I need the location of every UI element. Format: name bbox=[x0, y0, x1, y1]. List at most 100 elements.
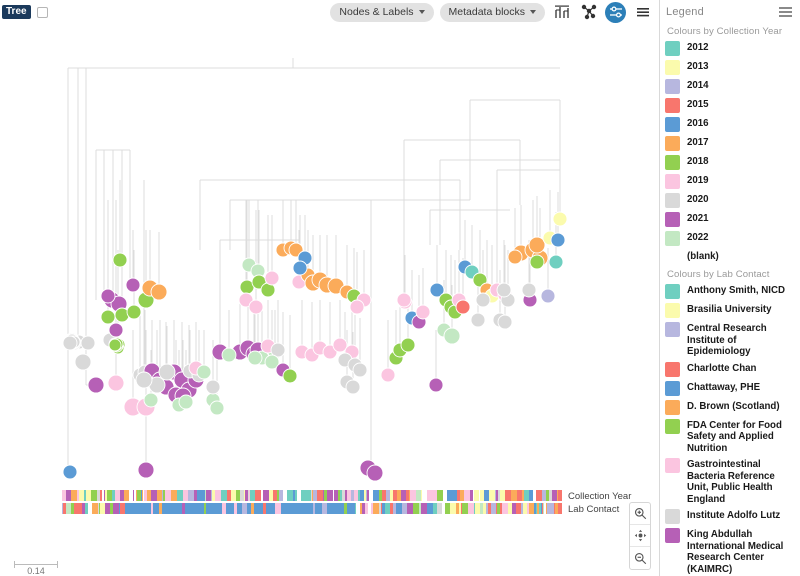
tree-leaf-node[interactable] bbox=[470, 312, 486, 328]
tree-leaf-node[interactable] bbox=[521, 282, 537, 298]
tab-tree[interactable]: Tree bbox=[2, 5, 31, 19]
legend-item[interactable]: 2016 bbox=[665, 117, 795, 132]
tree-leaf-node[interactable] bbox=[108, 322, 124, 338]
metadata-blocks-button[interactable]: Metadata blocks bbox=[439, 2, 545, 22]
tree-leaf-node[interactable] bbox=[150, 283, 168, 301]
legend-item[interactable]: Chattaway, PHE bbox=[665, 380, 795, 396]
legend-item[interactable]: 2014 bbox=[665, 79, 795, 94]
tree-leaf-node[interactable] bbox=[137, 461, 155, 479]
legend-item[interactable]: FDA Center for Food Safety and Applied N… bbox=[665, 418, 795, 455]
tree-leaf-node[interactable] bbox=[125, 277, 141, 293]
tree-leaf-node[interactable] bbox=[507, 249, 523, 265]
tree-leaf-node[interactable] bbox=[415, 304, 431, 320]
legend-item[interactable]: Gastrointestinal Bacteria Reference Unit… bbox=[665, 458, 795, 505]
legend-group-title: Colours by Lab Contact bbox=[667, 269, 770, 280]
tree-leaf-node[interactable] bbox=[292, 260, 308, 276]
tree-leaf-node[interactable] bbox=[196, 364, 212, 380]
tree-leaf-node[interactable] bbox=[143, 392, 159, 408]
legend-item[interactable]: (blank) bbox=[665, 250, 795, 265]
tree-leaf-node[interactable] bbox=[205, 379, 221, 395]
tree-leaf-node[interactable] bbox=[100, 309, 116, 325]
tree-leaf-node[interactable] bbox=[158, 363, 176, 381]
legend-item[interactable]: Anthony Smith, NICD bbox=[665, 284, 795, 299]
scale-bar-line bbox=[14, 561, 58, 568]
legend-swatch bbox=[665, 250, 680, 265]
tree-leaf-node[interactable] bbox=[352, 362, 368, 378]
tree-settings-button[interactable] bbox=[605, 1, 626, 23]
legend-item[interactable]: Institute Adolfo Lutz bbox=[665, 509, 795, 524]
legend-item[interactable]: 2018 bbox=[665, 155, 795, 170]
tree-leaf-node[interactable] bbox=[366, 464, 384, 482]
panel-toggle-icon[interactable] bbox=[36, 6, 48, 18]
metadata-blocks[interactable] bbox=[62, 490, 562, 516]
legend-item[interactable]: King Abdullah International Medical Rese… bbox=[665, 528, 795, 575]
tree-leaf-node[interactable] bbox=[282, 368, 298, 384]
tree-leaf-node[interactable] bbox=[62, 464, 78, 480]
zoom-in-button[interactable] bbox=[630, 503, 650, 525]
legend-item[interactable]: 2022 bbox=[665, 231, 795, 246]
tree-leaf-node[interactable] bbox=[540, 288, 556, 304]
legend-item[interactable]: 2013 bbox=[665, 60, 795, 75]
tree-leaf-node[interactable] bbox=[100, 288, 116, 304]
tree-leaf-node[interactable] bbox=[108, 338, 122, 352]
legend-item[interactable]: 2019 bbox=[665, 174, 795, 189]
legend-item[interactable]: Charlotte Chan bbox=[665, 361, 795, 377]
tree-leaf-node[interactable] bbox=[74, 353, 92, 371]
legend-item[interactable]: D. Brown (Scotland) bbox=[665, 399, 795, 415]
tree-leaf-node[interactable] bbox=[87, 376, 105, 394]
tree-leaf-node[interactable] bbox=[455, 299, 471, 315]
tree-leaf-node[interactable] bbox=[247, 350, 263, 366]
legend-item[interactable]: 2017 bbox=[665, 136, 795, 151]
metadata-cell bbox=[427, 490, 433, 501]
legend-item[interactable]: 2020 bbox=[665, 193, 795, 208]
nodes-labels-button[interactable]: Nodes & Labels bbox=[330, 2, 434, 22]
tree-leaf-node[interactable] bbox=[528, 236, 546, 254]
zoom-controls[interactable] bbox=[629, 502, 651, 570]
tree-leaf-node[interactable] bbox=[80, 335, 96, 351]
tree-leaf-node[interactable] bbox=[349, 299, 365, 315]
tree-leaf-node[interactable] bbox=[345, 379, 361, 395]
network-layout-button[interactable] bbox=[578, 2, 599, 23]
metadata-row-lab-contact[interactable] bbox=[62, 503, 562, 514]
legend-item[interactable]: 2021 bbox=[665, 212, 795, 227]
legend-item[interactable]: Brasilia University bbox=[665, 303, 795, 318]
legend-swatch bbox=[665, 458, 680, 473]
legend-item[interactable]: Central Research Institute of Epidemiolo… bbox=[665, 322, 795, 358]
legend-item[interactable]: 2015 bbox=[665, 98, 795, 113]
legend-menu-icon[interactable] bbox=[777, 5, 794, 18]
recenter-button[interactable] bbox=[630, 525, 650, 547]
tree-leaf-node[interactable] bbox=[112, 252, 128, 268]
tree-leaf-node[interactable] bbox=[548, 254, 564, 270]
tree-leaf-node[interactable] bbox=[428, 377, 444, 393]
metadata-cell bbox=[464, 490, 470, 501]
tree-leaf-node[interactable] bbox=[552, 211, 568, 227]
metadata-cell bbox=[416, 503, 419, 514]
tree-leaf-node[interactable] bbox=[443, 327, 461, 345]
metadata-cell bbox=[143, 503, 151, 514]
tree-layout-button[interactable] bbox=[551, 2, 572, 23]
tree-leaf-node[interactable] bbox=[178, 394, 194, 410]
tree-leaf-node[interactable] bbox=[396, 292, 412, 308]
legend-item[interactable]: 2012 bbox=[665, 41, 795, 56]
legend-item-label: (blank) bbox=[687, 251, 719, 262]
tree-leaf-node[interactable] bbox=[209, 400, 225, 416]
tree-leaf-node[interactable] bbox=[550, 232, 566, 248]
tree-leaf-nodes[interactable] bbox=[62, 211, 568, 482]
metadata-row-collection-year[interactable] bbox=[62, 490, 562, 501]
tree-leaf-node[interactable] bbox=[264, 270, 280, 286]
tree-leaf-node[interactable] bbox=[496, 282, 512, 298]
tree-leaf-node[interactable] bbox=[475, 292, 491, 308]
legend-item-label: 2016 bbox=[687, 118, 709, 129]
zoom-out-button[interactable] bbox=[630, 547, 650, 569]
tree-leaf-node[interactable] bbox=[380, 367, 396, 383]
tree-leaf-node[interactable] bbox=[126, 304, 142, 320]
tree-leaf-node[interactable] bbox=[221, 347, 237, 363]
tree-leaf-node[interactable] bbox=[248, 299, 264, 315]
tree-leaf-node[interactable] bbox=[62, 335, 78, 351]
tree-leaf-node[interactable] bbox=[529, 254, 545, 270]
tree-leaf-node[interactable] bbox=[497, 314, 513, 330]
tree-leaf-node[interactable] bbox=[135, 371, 153, 389]
tree-leaf-node[interactable] bbox=[400, 337, 416, 353]
tree-menu-button[interactable] bbox=[632, 2, 653, 23]
tree-leaf-node[interactable] bbox=[107, 374, 125, 392]
